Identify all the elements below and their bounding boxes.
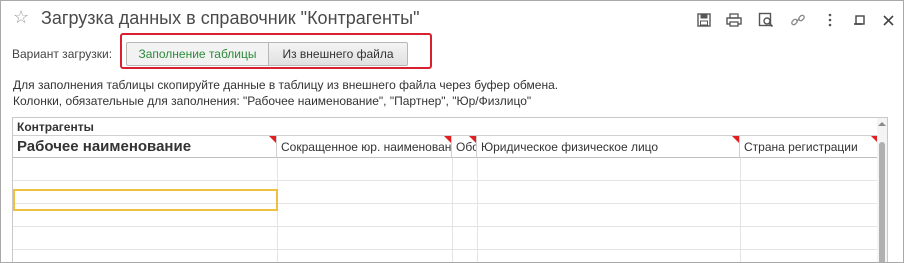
- column-header-label: Юридическое физическое лицо: [481, 140, 659, 154]
- column-header-label: Сокращенное юр. наименование: [281, 140, 452, 154]
- info-text-line1: Для заполнения таблицы скопируйте данные…: [13, 78, 559, 92]
- link-icon[interactable]: [789, 11, 807, 29]
- scroll-thumb[interactable]: [879, 142, 885, 262]
- required-marker: [732, 136, 739, 143]
- title-bar: ☆ Загрузка данных в справочник "Контраге…: [1, 1, 903, 37]
- load-variant-label: Вариант загрузки:: [12, 47, 113, 61]
- vertical-scrollbar[interactable]: [877, 118, 887, 262]
- column-header-registration-country[interactable]: Страна регистрации: [740, 136, 879, 158]
- external-file-button[interactable]: Из внешнего файла: [268, 42, 408, 66]
- fill-table-button[interactable]: Заполнение таблицы: [126, 42, 269, 66]
- scroll-up-icon[interactable]: [878, 122, 886, 126]
- close-icon[interactable]: [879, 11, 897, 29]
- required-marker: [469, 136, 476, 143]
- table-group-header: Контрагенты: [13, 118, 879, 136]
- preview-icon[interactable]: [757, 11, 775, 29]
- column-header-label: Страна регистрации: [744, 140, 858, 154]
- save-icon[interactable]: [695, 11, 713, 29]
- focused-cell[interactable]: [13, 189, 278, 211]
- import-window: ☆ Загрузка данных в справочник "Контраге…: [0, 0, 904, 263]
- maximize-icon-glyph: [851, 11, 869, 29]
- column-divider: [452, 158, 453, 262]
- column-header-legal-physical-person[interactable]: Юридическое физическое лицо: [477, 136, 740, 158]
- column-divider: [477, 158, 478, 262]
- table-row[interactable]: [13, 227, 879, 250]
- column-divider: [740, 158, 741, 262]
- star-icon[interactable]: ☆: [13, 7, 29, 28]
- column-header-separate-division[interactable]: Обособленное подразделение: [452, 136, 477, 158]
- table-row[interactable]: [13, 250, 879, 262]
- print-icon[interactable]: [725, 11, 743, 29]
- required-marker: [444, 136, 451, 143]
- info-text-line2: Колонки, обязательные для заполнения: "Р…: [13, 94, 532, 108]
- table-row[interactable]: [13, 158, 879, 181]
- window-title: Загрузка данных в справочник "Контрагент…: [41, 8, 420, 28]
- column-header-short-legal-name[interactable]: Сокращенное юр. наименование: [277, 136, 452, 158]
- column-header-working-name[interactable]: Рабочее наименование: [13, 136, 277, 158]
- required-marker: [269, 136, 276, 143]
- more-icon[interactable]: [821, 11, 839, 29]
- column-header-label: Рабочее наименование: [17, 138, 192, 155]
- counterparties-table[interactable]: Контрагенты Рабочее наименование Сокраще…: [12, 117, 888, 262]
